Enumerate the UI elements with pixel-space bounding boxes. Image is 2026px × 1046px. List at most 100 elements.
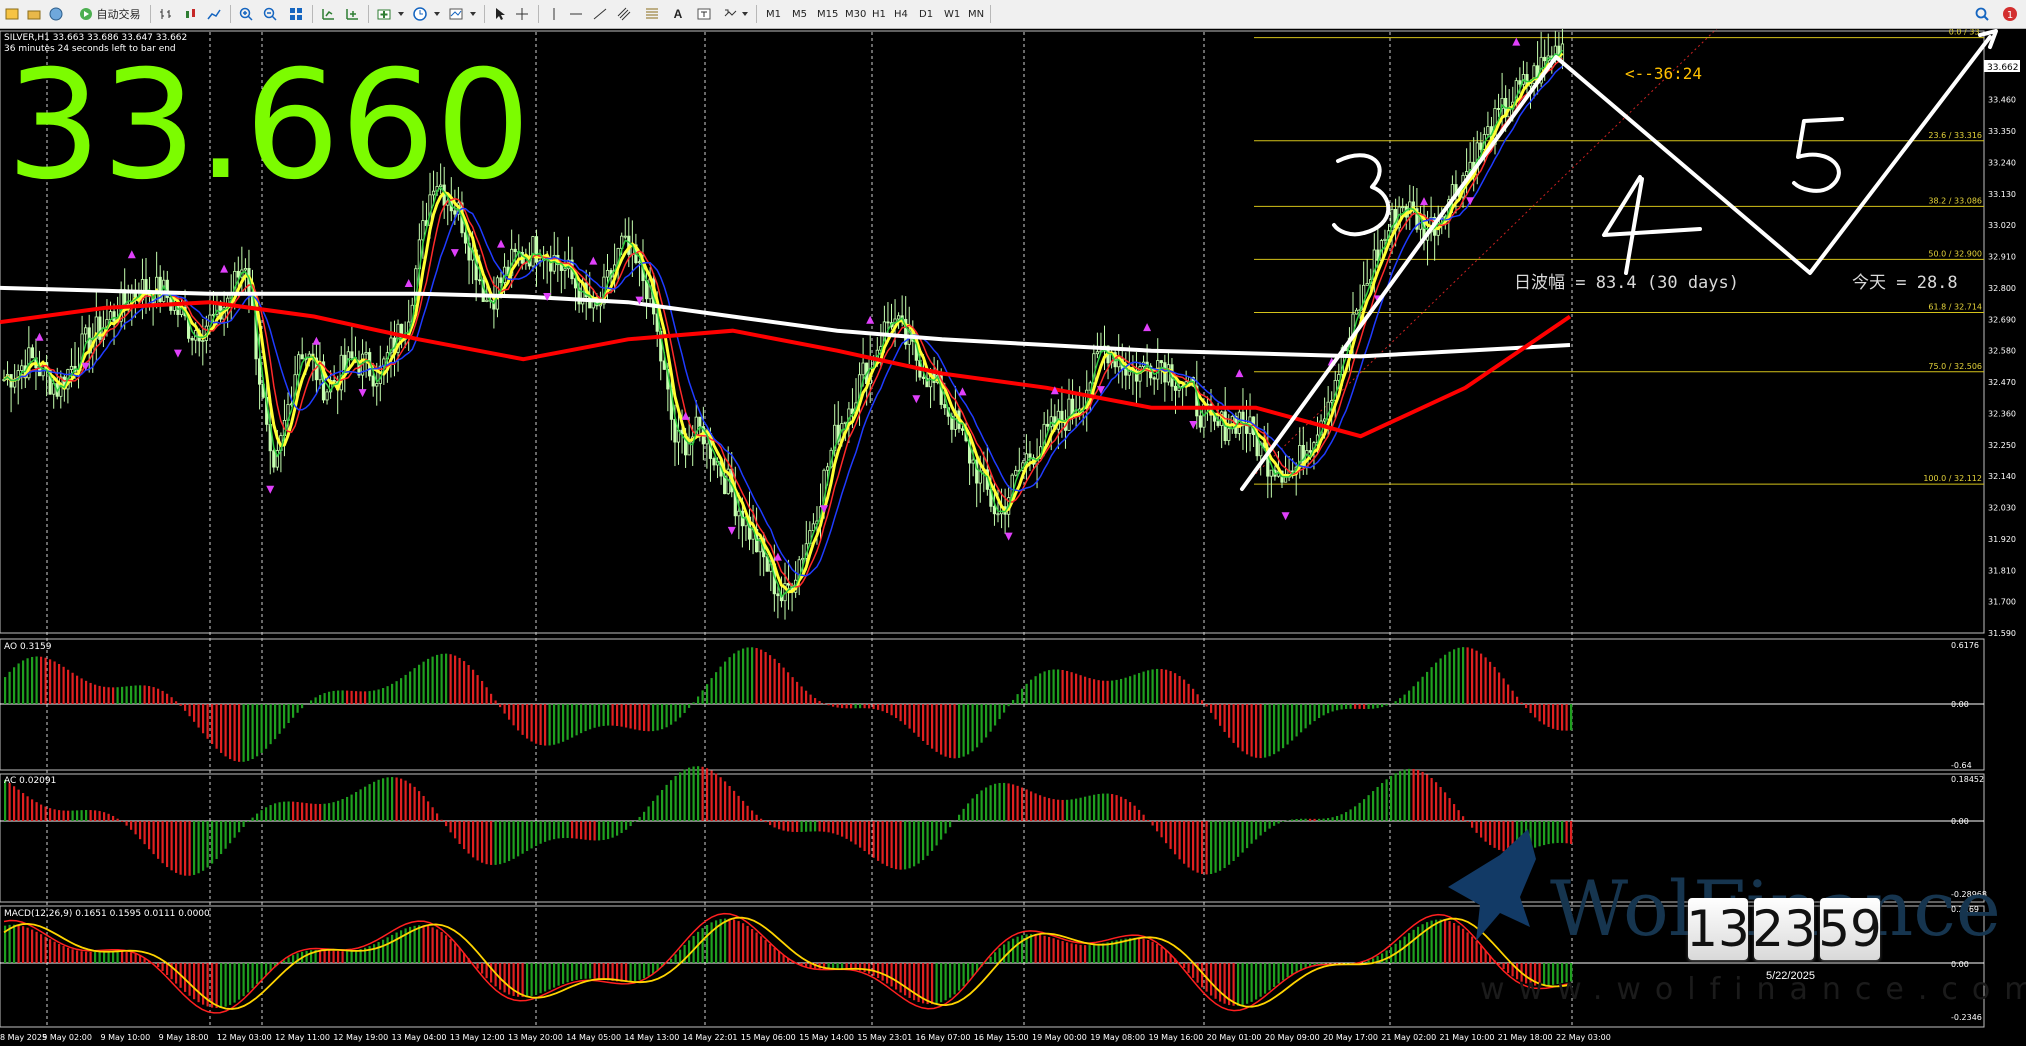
ac-bar	[440, 819, 443, 821]
macd-bar	[602, 963, 605, 980]
chart-shift-icon[interactable]	[318, 4, 338, 24]
candlestick-icon[interactable]	[180, 4, 200, 24]
macd-bar	[40, 934, 43, 963]
ac-bar	[265, 807, 268, 821]
macd-bar	[1093, 944, 1096, 963]
ao-bar	[557, 704, 560, 744]
timeframe-m5[interactable]: M5	[788, 4, 811, 24]
globe-icon[interactable]	[46, 4, 66, 24]
ac-bar	[1363, 799, 1366, 821]
cursor-icon[interactable]	[490, 4, 510, 24]
macd-bar	[211, 963, 214, 1008]
macd-bar	[886, 963, 889, 984]
ac-bar	[557, 821, 560, 839]
ac-bar	[1084, 796, 1087, 821]
ac-bar	[422, 795, 425, 821]
time-tick-label: 12 May 11:00	[275, 1033, 330, 1042]
macd-bar	[1268, 963, 1271, 991]
timeframe-h4[interactable]: H4	[890, 4, 912, 24]
ac-bar	[1232, 821, 1235, 861]
macd-bar	[1147, 939, 1150, 963]
templates-icon[interactable]	[446, 4, 466, 24]
macd-bar	[967, 963, 970, 982]
vertical-line-icon[interactable]	[544, 4, 564, 24]
timeframe-w1[interactable]: W1	[940, 4, 964, 24]
candle-body	[375, 383, 379, 387]
ao-bar	[805, 690, 808, 704]
ao-bar	[706, 684, 709, 704]
candle-body	[623, 235, 627, 238]
bar-chart-icon[interactable]	[156, 4, 176, 24]
ao-bar	[1124, 677, 1127, 704]
macd-bar	[728, 918, 731, 963]
timeframe-m15[interactable]: M15	[813, 4, 842, 24]
candle-body	[1401, 206, 1405, 209]
fractal-marker	[35, 332, 44, 341]
chevron-down-icon[interactable]	[468, 4, 478, 24]
ac-bar	[130, 821, 133, 830]
fibonacci-retracement[interactable]: 0.0 / 33. 23.6 / 33.316 38.2 / 33.086 50.0 …	[1244, 29, 1984, 485]
ac-bar	[1196, 821, 1199, 873]
ao-bar	[530, 704, 533, 742]
ac-bar	[1286, 820, 1289, 821]
price-tick-label: 33.130	[1988, 190, 2016, 199]
zoom-in-icon[interactable]	[236, 4, 256, 24]
ac-bar	[796, 821, 799, 833]
macd-bar	[1286, 963, 1289, 978]
ac-bar	[1394, 773, 1397, 821]
arrows-icon[interactable]	[720, 4, 740, 24]
text-label-icon[interactable]	[694, 4, 714, 24]
equidistant-channel-icon[interactable]	[614, 4, 634, 24]
timeframe-d1[interactable]: D1	[915, 4, 937, 24]
ac-bar	[971, 798, 974, 821]
ao-bar	[967, 704, 970, 755]
notification-icon[interactable]: 1	[2000, 4, 2020, 24]
macd-bar	[1016, 936, 1019, 963]
chevron-down-icon[interactable]	[396, 4, 406, 24]
candle-body	[1308, 450, 1312, 453]
new-chart-icon[interactable]	[2, 4, 22, 24]
candle-body	[499, 277, 503, 284]
ao-bar	[40, 656, 43, 704]
zoom-out-icon[interactable]	[260, 4, 280, 24]
timeframe-m30[interactable]: M30	[841, 4, 870, 24]
timeframe-m1[interactable]: M1	[762, 4, 785, 24]
candle-body	[201, 340, 205, 342]
horizontal-line-icon[interactable]	[566, 4, 586, 24]
ao-bar	[368, 691, 371, 704]
ao-bar	[260, 704, 263, 753]
candle-body	[1269, 469, 1273, 477]
chart-area[interactable]: 0.0 / 33. 23.6 / 33.316 38.2 / 33.086 50.0 …	[0, 29, 2026, 1046]
trendline-icon[interactable]	[590, 4, 610, 24]
candle-body	[236, 270, 240, 278]
auto-scroll-icon[interactable]	[342, 4, 362, 24]
line-chart-icon[interactable]	[204, 4, 224, 24]
ao-bar	[1016, 694, 1019, 704]
search-icon[interactable]	[1972, 4, 1992, 24]
indicators-icon[interactable]	[374, 4, 394, 24]
timeframe-mn[interactable]: MN	[964, 4, 988, 24]
ao-bar	[1174, 673, 1177, 704]
macd-bar	[589, 963, 592, 979]
folder-icon[interactable]	[24, 4, 44, 24]
ao-bar	[458, 657, 461, 704]
ao-bar	[584, 704, 587, 732]
crosshair-icon[interactable]	[512, 4, 532, 24]
ac-bar	[436, 813, 439, 821]
tile-windows-icon[interactable]	[286, 4, 306, 24]
time-tick-label: 21 May 02:00	[1381, 1033, 1436, 1042]
fractal-marker	[1281, 512, 1290, 521]
fib-level-label: 100.0 / 32.112	[1923, 474, 1982, 483]
periods-clock-icon[interactable]	[410, 4, 430, 24]
ao-bar	[1394, 701, 1397, 704]
chevron-down-icon[interactable]	[740, 4, 750, 24]
auto-trading-button[interactable]: 自动交易	[72, 4, 146, 24]
text-tool-icon[interactable]: A	[668, 4, 688, 24]
fibonacci-icon[interactable]	[642, 4, 662, 24]
macd-bar	[1250, 963, 1253, 1002]
ac-bar	[832, 821, 835, 834]
ao-bar	[742, 648, 745, 704]
candle-body	[737, 510, 741, 517]
chevron-down-icon[interactable]	[432, 4, 442, 24]
timeframe-h1[interactable]: H1	[868, 4, 890, 24]
